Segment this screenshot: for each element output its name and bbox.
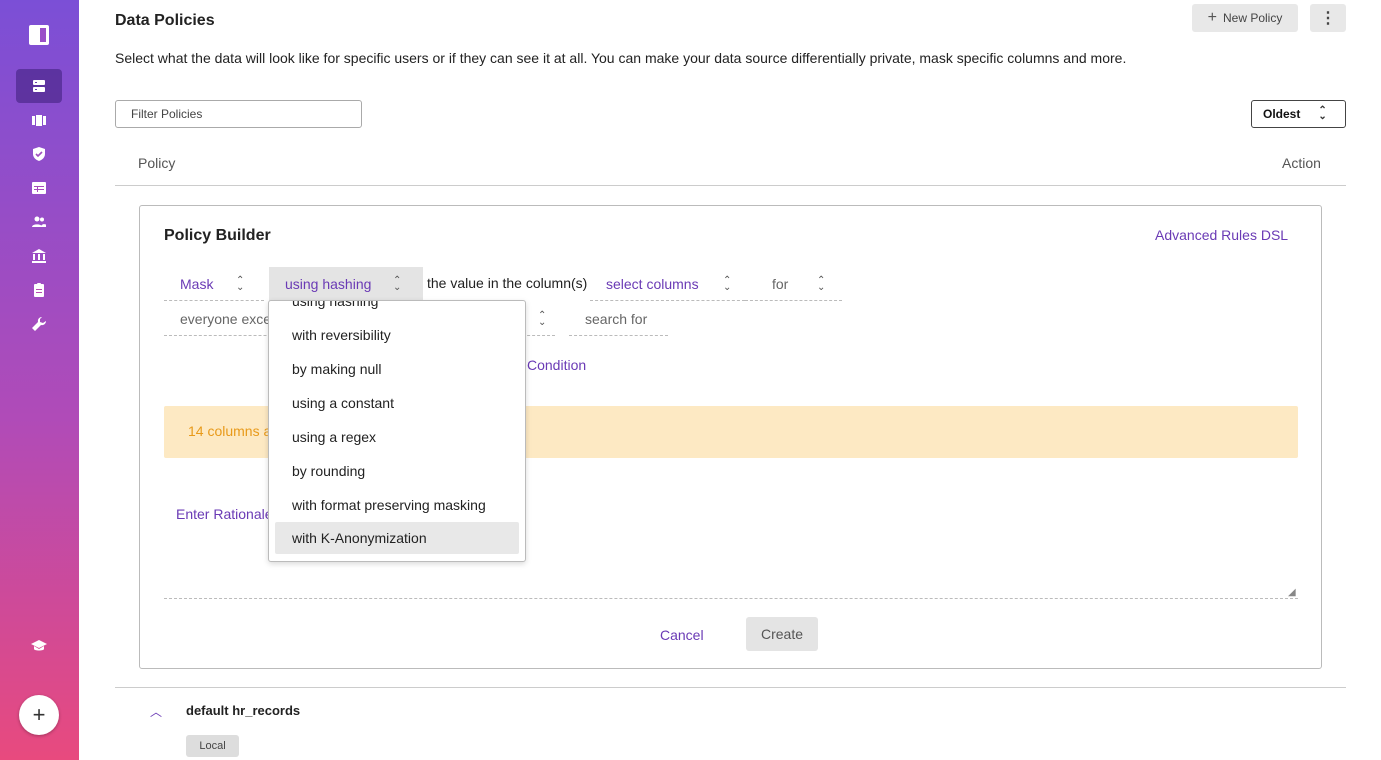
column-header-policy: Policy <box>138 155 176 171</box>
filter-policies-input[interactable]: Filter Policies <box>115 100 362 128</box>
resize-handle-icon[interactable]: ◢ <box>1288 587 1296 598</box>
method-select[interactable]: using hashing ⌃ ⌄ <box>269 267 423 301</box>
new-policy-label: New Policy <box>1222 11 1283 25</box>
sort-chevron-icon: ⌃ ⌄ <box>1318 105 1327 122</box>
action-select[interactable]: Mask ⌃ ⌄ <box>164 267 264 301</box>
policy-builder-title: Policy Builder <box>164 227 271 244</box>
columns-select[interactable]: select columns ⌃ ⌄ <box>590 267 745 301</box>
search-for-placeholder: search for <box>585 310 648 327</box>
table-icon[interactable] <box>16 171 62 205</box>
sort-select[interactable]: Oldest ⌃ ⌄ <box>1251 100 1346 128</box>
row-divider <box>115 687 1346 688</box>
search-for-input[interactable]: search for <box>569 302 668 336</box>
add-condition-link[interactable]: Condition <box>527 357 586 373</box>
more-options-button[interactable]: ⋮ <box>1310 4 1346 32</box>
column-value-text: the value in the column(s) <box>427 275 588 291</box>
create-button[interactable]: Create <box>746 617 818 651</box>
chevron-updown-icon: ⌃ ⌄ <box>236 274 245 293</box>
page-description: Select what the data will look like for … <box>115 50 1127 66</box>
plus-icon: + <box>32 702 46 727</box>
dropdown-option[interactable]: by making null <box>275 353 519 385</box>
logo-icon[interactable] <box>28 24 50 46</box>
sort-value: Oldest <box>1263 107 1301 121</box>
new-policy-button[interactable]: + New Policy <box>1192 4 1298 32</box>
data-sources-icon[interactable] <box>16 69 62 103</box>
dropdown-option[interactable]: with format preserving masking <box>275 489 519 521</box>
columns-select-value: select columns <box>606 275 699 292</box>
action-select-value: Mask <box>180 275 214 292</box>
rationale-underline <box>164 598 1298 599</box>
clipboard-icon[interactable] <box>16 273 62 307</box>
cancel-button[interactable]: Cancel <box>660 627 704 643</box>
users-icon[interactable] <box>16 205 62 239</box>
for-select-value: for <box>772 275 789 292</box>
header-divider <box>115 185 1346 186</box>
method-select-value: using hashing <box>285 276 372 292</box>
graduation-cap-icon[interactable] <box>16 629 62 663</box>
add-button[interactable]: + <box>19 695 59 735</box>
rationale-input[interactable]: Enter Rationale <box>176 506 273 522</box>
chevron-updown-icon: ⌃ ⌄ <box>723 274 732 293</box>
bank-icon[interactable] <box>16 239 62 273</box>
chevron-up-icon[interactable]: ︿ <box>150 703 162 720</box>
dropdown-option[interactable]: with K-Anonymization <box>275 522 519 554</box>
page-title: Data Policies <box>115 12 215 29</box>
chevron-updown-icon: ⌃ ⌄ <box>538 309 547 328</box>
dropdown-option[interactable]: by rounding <box>275 455 519 487</box>
sidebar: + <box>0 0 79 760</box>
policy-row-title[interactable]: default hr_records <box>186 703 300 718</box>
chevron-updown-icon: ⌃ ⌄ <box>817 274 826 293</box>
dropdown-option[interactable]: using hashing <box>275 301 519 317</box>
wrench-icon[interactable] <box>16 307 62 341</box>
projects-icon[interactable] <box>16 103 62 137</box>
chevron-updown-icon: ⌃ ⌄ <box>393 275 402 293</box>
dropdown-option[interactable]: using a regex <box>275 421 519 453</box>
dropdown-option[interactable]: with reversibility <box>275 319 519 351</box>
for-select[interactable]: for ⌃ ⌄ <box>745 267 842 301</box>
shield-icon[interactable] <box>16 137 62 171</box>
advanced-rules-dsl-link[interactable]: Advanced Rules DSL <box>1155 227 1288 243</box>
column-header-action: Action <box>1282 155 1321 171</box>
plus-icon: + <box>1207 9 1217 26</box>
dropdown-option[interactable]: using a constant <box>275 387 519 419</box>
method-dropdown-menu: using hashing with reversibility by maki… <box>268 300 526 562</box>
who-select-value: everyone exce <box>180 310 272 327</box>
scope-badge: Local <box>186 735 239 757</box>
